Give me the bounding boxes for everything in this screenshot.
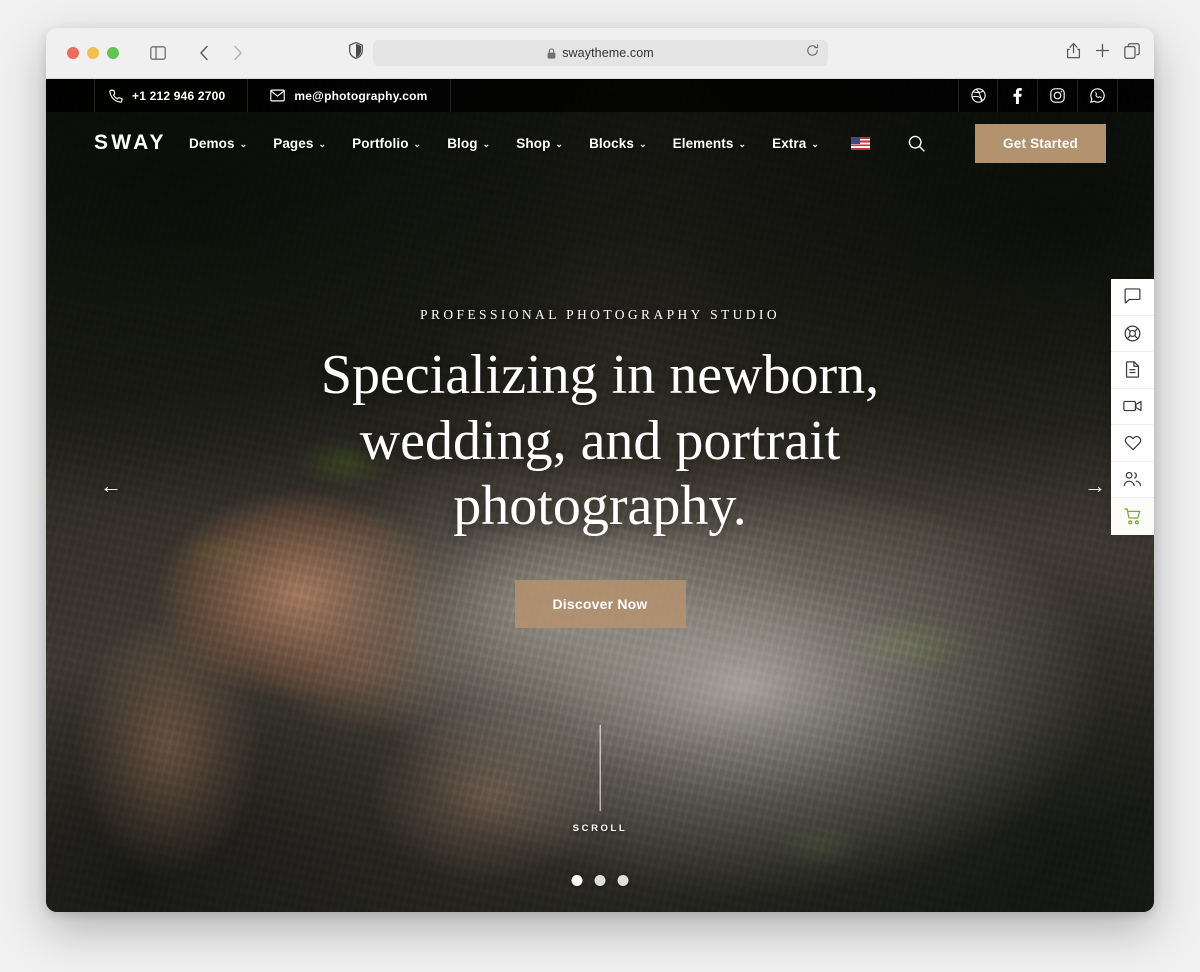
nav-item-demos[interactable]: Demos ⌄ (189, 136, 247, 151)
chevron-down-icon: ⌄ (318, 138, 327, 149)
carousel-dot-1[interactable] (571, 875, 583, 886)
us-flag-icon[interactable] (851, 136, 871, 150)
lock-icon (547, 47, 556, 59)
nav-item-blog[interactable]: Blog ⌄ (447, 136, 490, 151)
nav-label: Extra (772, 135, 807, 151)
chevron-down-icon: ⌄ (555, 138, 564, 149)
nav-item-extra[interactable]: Extra ⌄ (772, 136, 819, 151)
scroll-line (599, 725, 601, 811)
nav-label: Elements (672, 135, 734, 151)
carousel-dots (571, 875, 629, 886)
whatsapp-icon[interactable] (1078, 79, 1118, 112)
close-window-button[interactable] (67, 47, 79, 59)
carousel-next-arrow[interactable]: → (1084, 475, 1106, 497)
chevron-down-icon: ⌄ (482, 138, 491, 149)
scroll-indicator: SCROLL (573, 725, 628, 834)
maximize-window-button[interactable] (107, 47, 119, 59)
email-address: me@photography.com (294, 88, 428, 103)
contact-info-group: +1 212 946 2700 me@photography.com (94, 79, 451, 112)
carousel-dot-2[interactable] (594, 875, 606, 886)
carousel-dot-3[interactable] (617, 875, 629, 886)
window-controls (67, 47, 119, 59)
share-icon[interactable] (1066, 42, 1081, 64)
address-bar[interactable]: swaytheme.com (373, 40, 828, 66)
facebook-icon[interactable] (998, 79, 1038, 112)
get-started-button[interactable]: Get Started (975, 123, 1106, 163)
lifebuoy-icon[interactable] (1111, 316, 1154, 352)
minimize-window-button[interactable] (87, 47, 99, 59)
tab-overview-icon[interactable] (1124, 42, 1140, 64)
users-icon[interactable] (1111, 462, 1154, 498)
instagram-icon[interactable] (1038, 79, 1078, 112)
phone-contact[interactable]: +1 212 946 2700 (94, 79, 249, 112)
nav-label: Portfolio (352, 135, 409, 151)
document-icon[interactable] (1111, 352, 1154, 389)
nav-label: Blog (447, 135, 478, 151)
browser-actions (1066, 42, 1140, 64)
video-camera-icon[interactable] (1111, 389, 1154, 425)
discover-now-button[interactable]: Discover Now (514, 579, 686, 628)
hero-eyebrow: PROFESSIONAL PHOTOGRAPHY STUDIO (420, 307, 780, 322)
nav-item-shop[interactable]: Shop ⌄ (516, 136, 563, 151)
chevron-left-icon[interactable] (189, 38, 219, 68)
chevron-down-icon: ⌄ (239, 138, 248, 149)
top-contact-bar: +1 212 946 2700 me@photography.com (46, 79, 1154, 112)
shopping-cart-icon[interactable] (1111, 498, 1154, 535)
nav-label: Shop (516, 135, 551, 151)
chevron-down-icon: ⌄ (738, 138, 747, 149)
hero-headline: Specializing in newborn, wedding, and po… (320, 344, 880, 538)
nav-label: Pages (273, 135, 314, 151)
nav-links: Demos ⌄ Pages ⌄ Portfolio ⌄ Blog ⌄ Shop (189, 123, 1106, 163)
chevron-down-icon: ⌄ (811, 138, 820, 149)
mail-icon (270, 89, 286, 102)
nav-item-elements[interactable]: Elements ⌄ (673, 136, 746, 151)
phone-number: +1 212 946 2700 (132, 88, 226, 103)
site-logo[interactable]: SWAY (94, 131, 167, 155)
heart-icon[interactable] (1111, 425, 1154, 462)
privacy-shield-icon[interactable] (349, 41, 363, 64)
chevron-down-icon: ⌄ (638, 138, 647, 149)
dribbble-icon[interactable] (958, 79, 998, 112)
social-links-group (958, 79, 1118, 112)
browser-toolbar: swaytheme.com (46, 28, 1154, 79)
sidebar-toggle-icon[interactable] (143, 38, 173, 68)
chat-bubble-icon[interactable] (1111, 279, 1154, 316)
carousel-prev-arrow[interactable]: ← (100, 475, 122, 497)
nav-item-blocks[interactable]: Blocks ⌄ (589, 136, 647, 151)
browser-window: swaytheme.com +1 212 946 2700 me@photogr… (46, 28, 1154, 912)
nav-item-pages[interactable]: Pages ⌄ (273, 136, 326, 151)
phone-icon (109, 89, 123, 103)
email-contact[interactable]: me@photography.com (248, 79, 451, 112)
side-toolbar (1111, 279, 1154, 535)
nav-label: Demos (189, 135, 235, 151)
search-icon[interactable] (908, 135, 925, 152)
scroll-label: SCROLL (572, 823, 628, 834)
chevron-down-icon: ⌄ (413, 138, 422, 149)
nav-item-portfolio[interactable]: Portfolio ⌄ (352, 136, 421, 151)
main-navigation: SWAY Demos ⌄ Pages ⌄ Portfolio ⌄ Blog ⌄ (46, 112, 1154, 174)
website-viewport: +1 212 946 2700 me@photography.com SWAY … (46, 79, 1154, 912)
plus-icon[interactable] (1095, 43, 1110, 63)
nav-label: Blocks (589, 135, 634, 151)
reload-icon[interactable] (806, 44, 819, 62)
chevron-right-icon[interactable] (223, 38, 253, 68)
url-text: swaytheme.com (562, 46, 654, 60)
